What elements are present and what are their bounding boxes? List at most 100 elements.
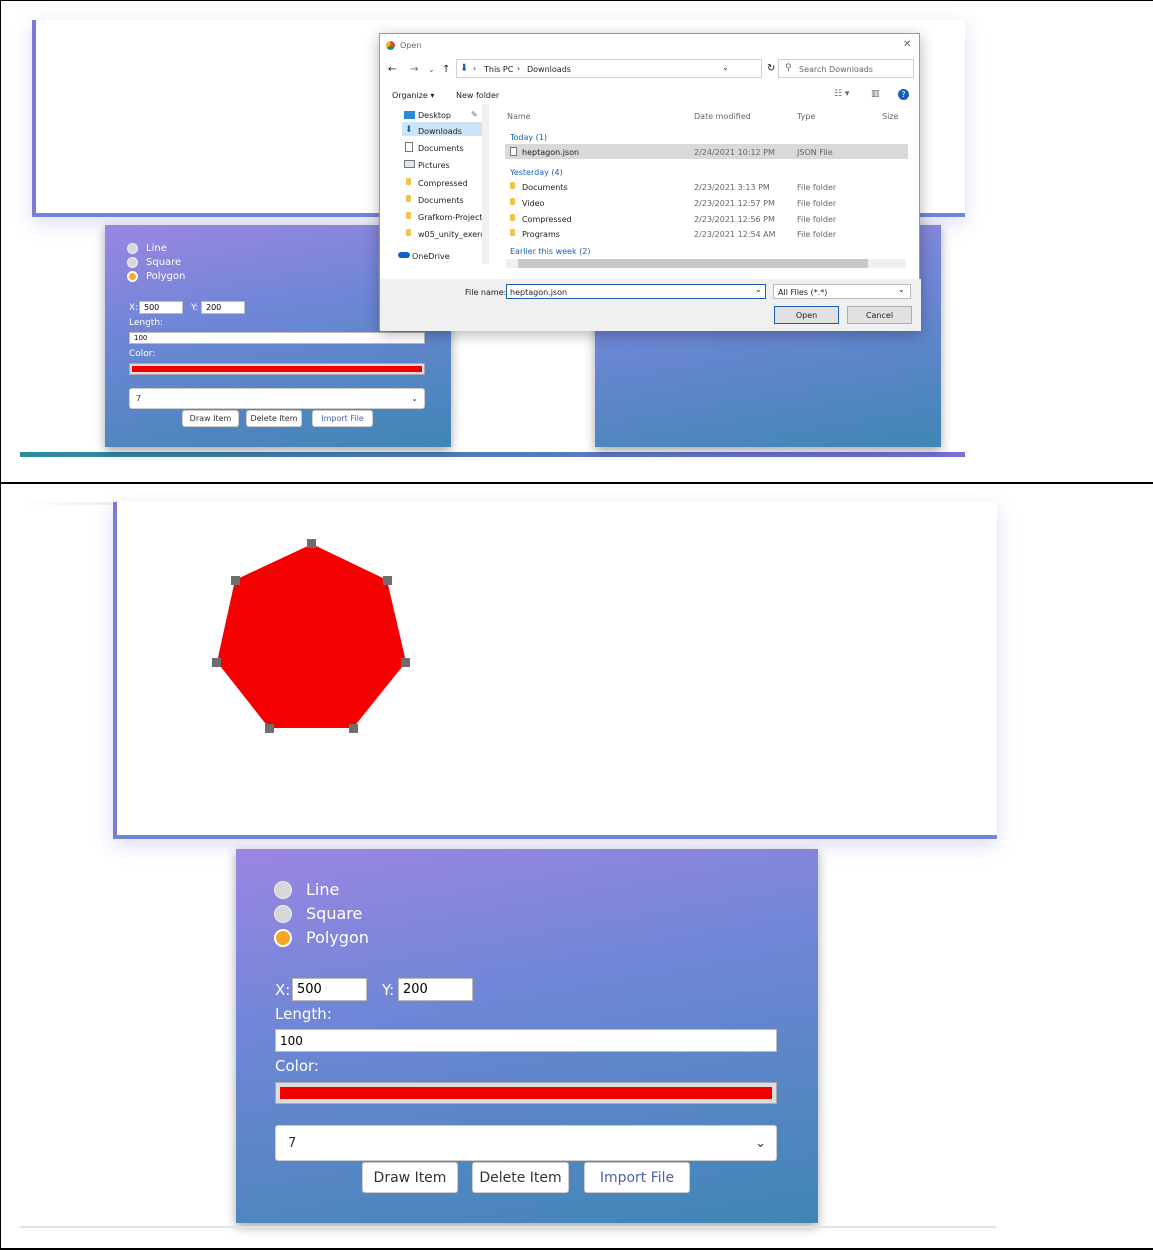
- length-input[interactable]: 100: [129, 332, 425, 344]
- file-row-type: File folder: [797, 183, 837, 192]
- file-row-name[interactable]: Programs: [522, 230, 560, 239]
- close-icon[interactable]: ✕: [903, 39, 911, 50]
- new-folder-button[interactable]: New folder: [456, 91, 499, 100]
- horizontal-scrollbar[interactable]: [506, 259, 906, 268]
- nav-onedrive[interactable]: OneDrive: [412, 252, 450, 261]
- col-type[interactable]: Type: [797, 112, 815, 121]
- back-arrow-icon[interactable]: ←: [388, 64, 396, 75]
- file-row-name[interactable]: Compressed: [522, 215, 572, 224]
- help-icon[interactable]: ?: [898, 89, 909, 100]
- color-picker[interactable]: [275, 1082, 777, 1104]
- vertex-handle[interactable]: [307, 539, 316, 548]
- nav-documents-2[interactable]: Documents: [418, 196, 464, 205]
- y-input[interactable]: 200: [398, 978, 473, 1001]
- radio-square[interactable]: Square: [127, 257, 181, 268]
- radio-polygon[interactable]: Polygon: [274, 928, 369, 947]
- import-file-label: Import File: [321, 414, 364, 423]
- dialog-title: Open: [400, 41, 422, 50]
- x-input[interactable]: 500: [139, 301, 183, 314]
- organize-menu[interactable]: Organize ▾: [392, 91, 434, 100]
- x-input-value: 500: [144, 303, 160, 312]
- import-file-button[interactable]: Import File: [312, 410, 373, 427]
- vertex-handle[interactable]: [212, 658, 221, 667]
- vertex-handle[interactable]: [349, 724, 358, 733]
- address-bar[interactable]: ⬇ › This PC › Downloads ⌄: [456, 59, 762, 78]
- up-arrow-icon[interactable]: ↑: [442, 64, 450, 75]
- heptagon-shape[interactable]: [210, 538, 415, 734]
- radio-square[interactable]: Square: [274, 904, 362, 923]
- y-input-value: 200: [206, 303, 222, 312]
- pictures-icon: [404, 160, 415, 168]
- color-picker[interactable]: [129, 363, 425, 375]
- nav-desktop[interactable]: Desktop: [418, 111, 451, 120]
- vertex-handle[interactable]: [401, 658, 410, 667]
- cancel-button[interactable]: Cancel: [847, 306, 912, 324]
- path-downloads[interactable]: Downloads: [527, 65, 571, 74]
- nav-scrollbar[interactable]: [482, 104, 489, 264]
- filename-input[interactable]: heptagon.json ⌄: [506, 284, 766, 299]
- delete-item-label: Delete Item: [479, 1169, 562, 1186]
- open-button-label: Open: [795, 310, 818, 320]
- nav-w05[interactable]: w05_unity_exerci: [418, 230, 487, 239]
- sides-select[interactable]: 7 ⌄: [275, 1125, 777, 1161]
- chevron-down-icon[interactable]: ⌄: [755, 285, 762, 294]
- y-input[interactable]: 200: [201, 301, 245, 314]
- group-yesterday[interactable]: Yesterday (4): [510, 168, 563, 177]
- draw-item-button[interactable]: Draw Item: [182, 410, 239, 427]
- folder-icon: [406, 212, 411, 219]
- scrollbar-thumb[interactable]: [518, 259, 868, 268]
- y-input-value: 200: [403, 982, 428, 997]
- draw-item-button[interactable]: Draw Item: [362, 1162, 458, 1193]
- col-date[interactable]: Date modified: [694, 112, 751, 121]
- search-placeholder: Search Downloads: [799, 65, 873, 74]
- file-row-date: 2/23/2021 12:57 PM: [694, 199, 775, 208]
- import-file-button[interactable]: Import File: [584, 1162, 690, 1193]
- col-size[interactable]: Size: [882, 112, 898, 121]
- file-type-filter[interactable]: All Files (*.*) ⌄: [773, 284, 911, 299]
- file-list: Name Date modified Type Size Today (1) h…: [494, 104, 920, 279]
- delete-item-button[interactable]: Delete Item: [472, 1162, 569, 1193]
- nav-documents[interactable]: Documents: [418, 144, 464, 153]
- radio-polygon[interactable]: Polygon: [127, 271, 185, 282]
- nav-pictures[interactable]: Pictures: [418, 161, 450, 170]
- file-row-name[interactable]: Video: [522, 199, 544, 208]
- folder-icon: [406, 195, 411, 202]
- group-earlier[interactable]: Earlier this week (2): [510, 247, 590, 256]
- onedrive-icon: [398, 252, 410, 258]
- delete-item-button[interactable]: Delete Item: [246, 410, 302, 427]
- recent-chevron-icon[interactable]: ⌄: [428, 65, 435, 74]
- search-icon: ⚲: [785, 63, 792, 73]
- chevron-down-icon[interactable]: ⌄: [722, 63, 729, 72]
- open-button[interactable]: Open: [774, 306, 839, 324]
- group-today[interactable]: Today (1): [510, 133, 547, 142]
- col-name[interactable]: Name: [507, 112, 531, 121]
- folder-icon: [406, 229, 411, 236]
- path-this-pc[interactable]: This PC: [484, 65, 513, 74]
- nav-compressed[interactable]: Compressed: [418, 179, 468, 188]
- path-sep-icon: ›: [517, 64, 521, 73]
- nav-grafkom[interactable]: Grafkom-Project: [418, 213, 483, 222]
- download-arrow-icon: ⬇: [460, 63, 469, 74]
- length-input[interactable]: 100: [275, 1029, 777, 1052]
- refresh-icon[interactable]: ↻: [767, 63, 775, 74]
- chevron-down-icon: ⌄: [898, 285, 905, 294]
- forward-arrow-icon[interactable]: →: [410, 64, 418, 75]
- top-screenshot: Line Square Polygon X: 500 Y: 200 Length…: [20, 20, 965, 460]
- sides-select-value: 7: [136, 394, 142, 403]
- vertex-handle[interactable]: [231, 576, 240, 585]
- vertex-handle[interactable]: [265, 724, 274, 733]
- radio-line-label: Line: [146, 243, 167, 254]
- folder-icon: [406, 178, 411, 185]
- search-box[interactable]: ⚲ Search Downloads: [778, 59, 914, 78]
- nav-downloads[interactable]: Downloads: [418, 127, 462, 136]
- length-label: Length:: [275, 1005, 332, 1023]
- vertex-handle[interactable]: [383, 576, 392, 585]
- preview-pane-icon[interactable]: ▥: [871, 89, 880, 99]
- sides-select[interactable]: 7 ⌄: [129, 388, 425, 409]
- view-options-icon[interactable]: ☷ ▾: [834, 89, 849, 99]
- radio-line[interactable]: Line: [274, 880, 339, 899]
- x-input[interactable]: 500: [292, 978, 367, 1001]
- radio-line[interactable]: Line: [127, 243, 167, 254]
- file-row-name[interactable]: Documents: [522, 183, 568, 192]
- length-label: Length:: [129, 318, 164, 328]
